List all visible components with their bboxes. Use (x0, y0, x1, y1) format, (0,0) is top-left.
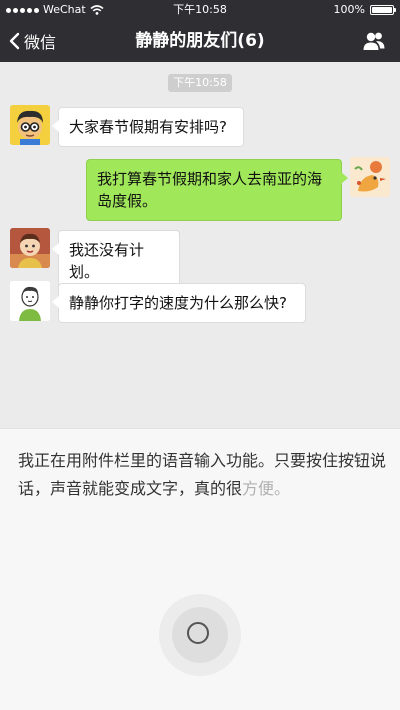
voice-record-button[interactable] (159, 594, 241, 676)
message-text: 静静你打字的速度为什么那么快? (69, 294, 287, 312)
avatar[interactable] (10, 281, 50, 321)
page-title: 静静的朋友们(6) (135, 31, 265, 51)
top-bar: WeChat 下午10:58 100% 微信 静静的朋友们(6) (0, 0, 400, 62)
record-circle-icon (187, 622, 209, 644)
avatar-self[interactable] (350, 157, 390, 197)
chat-timestamp: 下午10:58 (168, 74, 232, 92)
message-bubble[interactable]: 静静你打字的速度为什么那么快? (52, 283, 306, 323)
avatar-painted-bird-icon (350, 157, 390, 197)
avatar[interactable] (10, 105, 50, 145)
message-text: 我还没有计划。 (69, 241, 145, 281)
voice-transcript[interactable]: 我正在用附件栏里的语音输入功能。只要按住按钮说话，声音就能变成文字，真的很方便。 (18, 447, 386, 503)
avatar-sketch-person-icon (10, 281, 50, 321)
voice-transcript-pending: 方便。 (242, 479, 291, 498)
battery-group: 100% (333, 0, 396, 20)
battery-icon (370, 5, 396, 15)
message-bubble[interactable]: 大家春节假期有安排吗? (52, 107, 244, 147)
avatar-cartoon-boy-icon (10, 105, 50, 145)
message-text: 大家春节假期有安排吗? (69, 118, 227, 136)
avatar-cartoon-figure-icon (10, 228, 50, 268)
avatar[interactable] (10, 228, 50, 268)
nav-bar: 微信 静静的朋友们(6) (0, 20, 400, 62)
group-members-icon[interactable] (362, 30, 386, 52)
voice-transcript-text: 我正在用附件栏里的语音输入功能。只要按住按钮说话，声音就能变成文字，真的很 (18, 451, 387, 498)
battery-percent: 100% (333, 3, 365, 16)
message-bubble-self[interactable]: 我打算春节假期和家人去南亚的海岛度假。 (86, 159, 348, 221)
status-bar: WeChat 下午10:58 100% (0, 0, 400, 20)
message-text: 我打算春节假期和家人去南亚的海岛度假。 (97, 170, 323, 210)
voice-record-inner (172, 607, 228, 663)
